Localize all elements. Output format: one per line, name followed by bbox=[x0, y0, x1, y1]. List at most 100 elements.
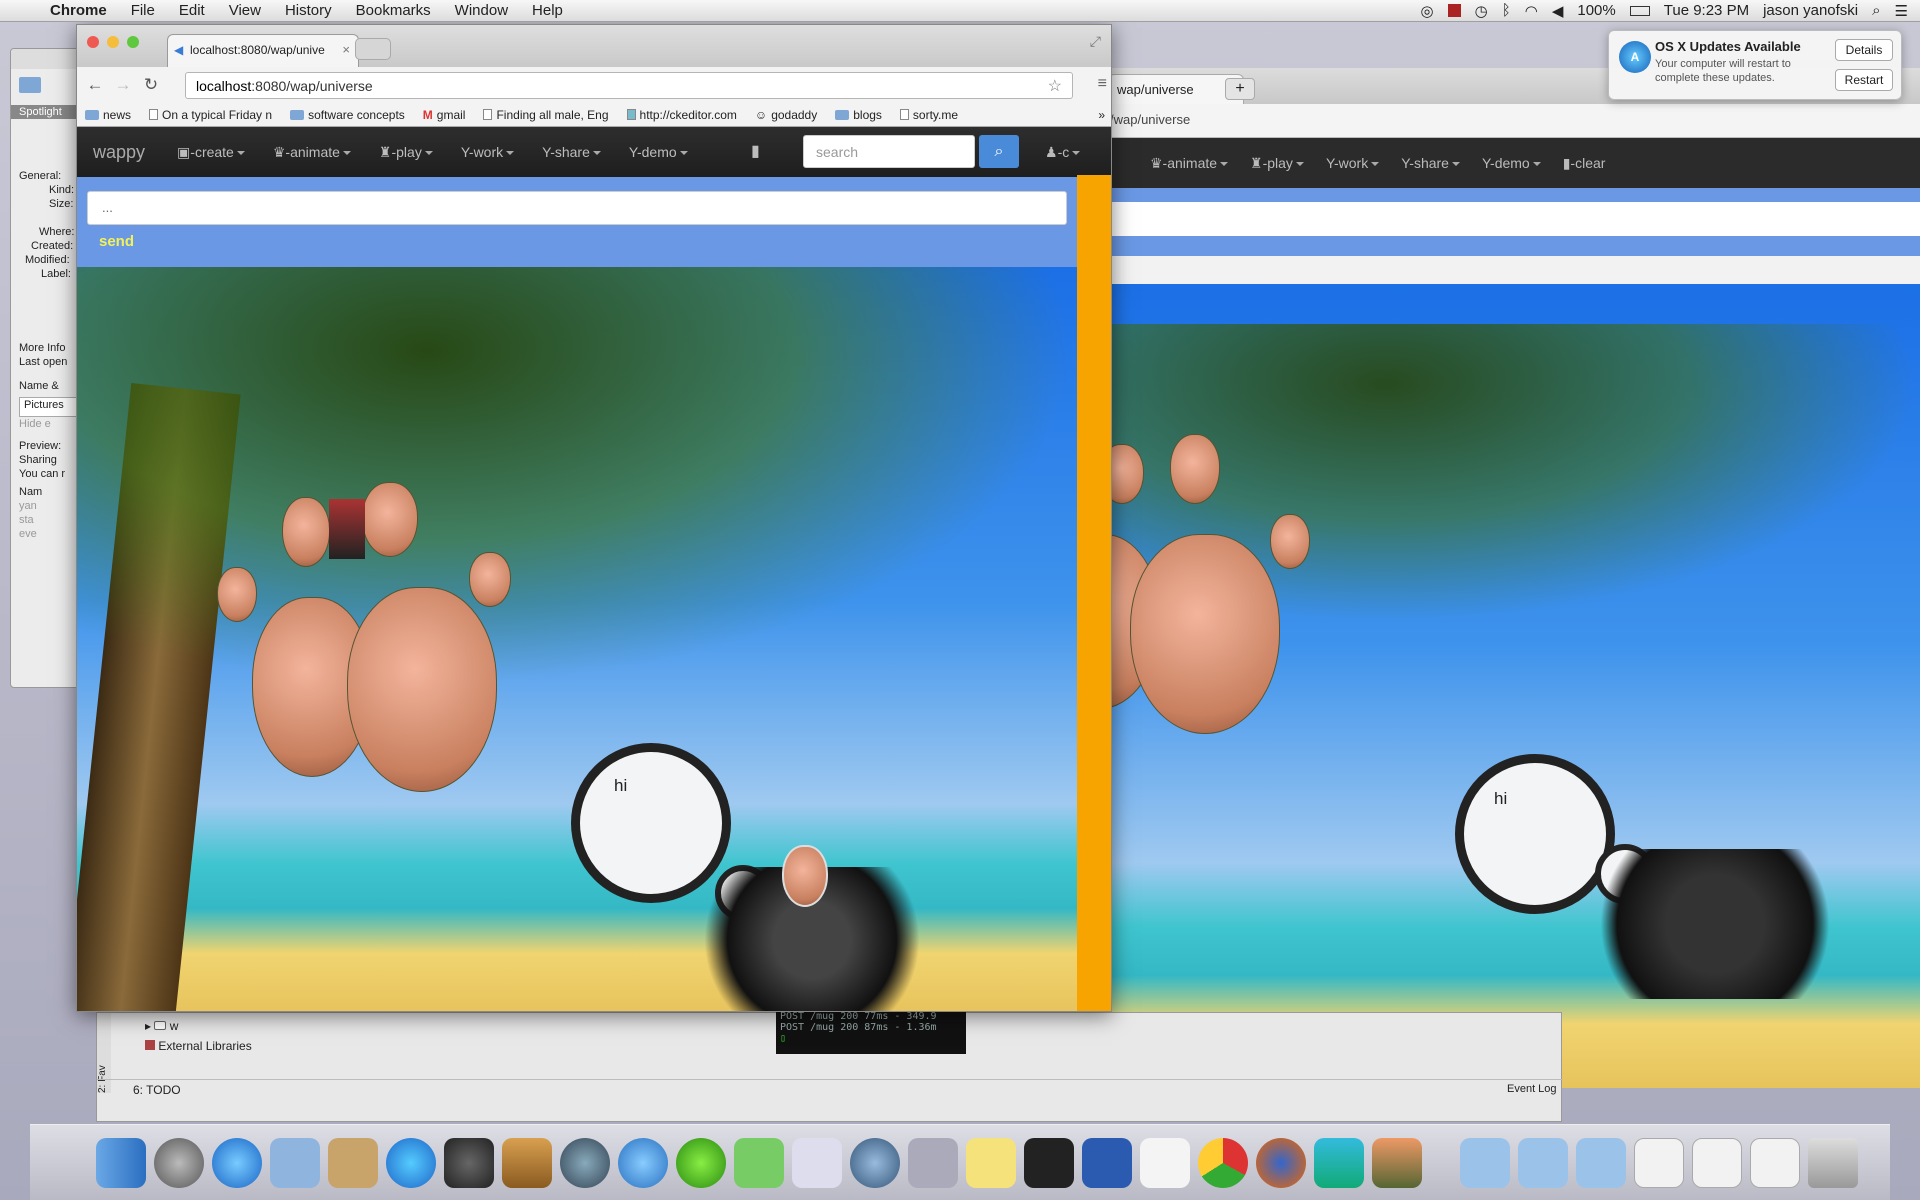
bookmarks-overflow-icon[interactable]: » bbox=[1098, 108, 1111, 122]
tab-localhost[interactable]: ◀ localhost:8080/wap/unive × bbox=[167, 34, 359, 67]
hp-printer-icon[interactable] bbox=[908, 1137, 958, 1188]
menu-help[interactable]: Help bbox=[520, 2, 575, 19]
bookmark-godaddy[interactable]: ☺ godaddy bbox=[755, 108, 817, 122]
ide-tree-item[interactable]: ▸ w bbox=[145, 1019, 178, 1033]
tab-close-icon[interactable]: × bbox=[342, 42, 350, 57]
launchpad-icon[interactable] bbox=[154, 1137, 204, 1188]
green-app-icon[interactable] bbox=[676, 1137, 726, 1188]
creative-cloud-icon[interactable]: ◎ bbox=[1421, 2, 1434, 20]
finder-icon[interactable] bbox=[96, 1137, 146, 1188]
trash-icon[interactable]: ▮ bbox=[751, 141, 760, 161]
user-menu[interactable]: ♟-c bbox=[1045, 144, 1081, 161]
nav-play[interactable]: ♜-play bbox=[365, 144, 447, 161]
new-tab-button[interactable] bbox=[355, 38, 391, 60]
face-small-1[interactable] bbox=[282, 497, 330, 567]
nav-share[interactable]: Y-share bbox=[528, 144, 615, 160]
document-stack-1-icon[interactable] bbox=[1634, 1137, 1684, 1188]
ide-event-log[interactable]: Event Log bbox=[1507, 1083, 1557, 1095]
menu-view[interactable]: View bbox=[217, 2, 273, 19]
back-nav-clear[interactable]: ▮-clear bbox=[1563, 155, 1606, 172]
search-input[interactable]: search bbox=[803, 135, 975, 168]
downloads-folder-icon[interactable] bbox=[1460, 1137, 1510, 1188]
face-small-3[interactable] bbox=[217, 567, 257, 622]
firefox-icon[interactable] bbox=[1256, 1137, 1306, 1188]
address-bar[interactable]: localhost:8080/wap/universe ☆ bbox=[185, 72, 1073, 99]
app-store-icon[interactable] bbox=[212, 1137, 262, 1188]
bookmark-typical-friday[interactable]: On a typical Friday n bbox=[149, 108, 272, 122]
chrome-menu-icon[interactable]: ≡ bbox=[1098, 75, 1107, 93]
restart-button[interactable]: Restart bbox=[1835, 69, 1893, 91]
spotlight-search-icon[interactable]: ⌕ bbox=[1872, 2, 1880, 19]
volume-icon[interactable]: ◀ bbox=[1552, 2, 1564, 20]
nav-demo[interactable]: Y-demo bbox=[615, 144, 702, 160]
terminal-icon[interactable] bbox=[1024, 1137, 1074, 1188]
ide-external-libraries[interactable]: External Libraries bbox=[145, 1039, 252, 1053]
menu-edit[interactable]: Edit bbox=[167, 2, 217, 19]
imovie-icon[interactable] bbox=[444, 1137, 494, 1188]
details-button[interactable]: Details bbox=[1835, 39, 1893, 61]
forward-arrow-icon[interactable]: → bbox=[109, 75, 137, 95]
bookmark-news[interactable]: news bbox=[85, 108, 131, 122]
battery-icon[interactable] bbox=[1629, 5, 1650, 16]
back-nav-work[interactable]: Y-work bbox=[1326, 155, 1380, 171]
webstorm-icon[interactable] bbox=[1314, 1137, 1364, 1188]
contacts-icon[interactable] bbox=[328, 1137, 378, 1188]
user-name[interactable]: jason yanofski bbox=[1763, 2, 1858, 19]
minimize-window-icon[interactable] bbox=[107, 36, 119, 48]
battery-percent[interactable]: 100% bbox=[1577, 2, 1615, 19]
bookmark-software-concepts[interactable]: software concepts bbox=[290, 108, 405, 122]
menu-file[interactable]: File bbox=[119, 2, 167, 19]
menu-history[interactable]: History bbox=[273, 2, 344, 19]
network-utility-icon[interactable] bbox=[850, 1137, 900, 1188]
status-app-icon[interactable] bbox=[1447, 4, 1461, 17]
nav-animate[interactable]: ♛-animate bbox=[259, 144, 365, 161]
bookmark-ckeditor[interactable]: http://ckeditor.com bbox=[626, 108, 737, 122]
document-stack-3-icon[interactable] bbox=[1750, 1137, 1800, 1188]
clock[interactable]: Tue 9:23 PM bbox=[1664, 2, 1749, 19]
back-new-tab-button[interactable]: + bbox=[1225, 78, 1255, 100]
iphoto-icon[interactable] bbox=[1372, 1137, 1422, 1188]
bookmark-blogs[interactable]: blogs bbox=[835, 108, 882, 122]
send-button[interactable]: send bbox=[99, 233, 134, 250]
terminal-cursor[interactable]: ▯ bbox=[780, 1033, 962, 1044]
bookmark-star-icon[interactable]: ☆ bbox=[1048, 76, 1062, 96]
back-nav-play[interactable]: ♜-play bbox=[1250, 155, 1304, 172]
bookmark-finding-all-male[interactable]: Finding all male, Eng bbox=[483, 108, 609, 122]
document-stack-2-icon[interactable] bbox=[1692, 1137, 1742, 1188]
messages-icon[interactable] bbox=[618, 1137, 668, 1188]
back-tab[interactable]: wap/universe bbox=[1108, 74, 1244, 104]
ide-todo-tab[interactable]: 6: TODO bbox=[97, 1079, 1563, 1099]
bluetooth-icon[interactable]: ᛒ bbox=[1502, 2, 1511, 19]
time-machine-icon[interactable]: ◷ bbox=[1475, 2, 1488, 20]
time-machine-icon[interactable] bbox=[560, 1137, 610, 1188]
back-nav-demo[interactable]: Y-demo bbox=[1482, 155, 1541, 171]
face-large-2[interactable] bbox=[347, 587, 497, 792]
applications-folder-icon[interactable] bbox=[1576, 1137, 1626, 1188]
face-small-2[interactable] bbox=[362, 482, 418, 557]
face-small-4[interactable] bbox=[469, 552, 511, 607]
back-nav-share[interactable]: Y-share bbox=[1401, 155, 1460, 171]
message-input[interactable]: ... bbox=[87, 191, 1067, 225]
network-icon[interactable] bbox=[734, 1137, 784, 1188]
preview-icon[interactable] bbox=[792, 1137, 842, 1188]
itunes-icon[interactable] bbox=[386, 1137, 436, 1188]
reload-icon[interactable]: ↻ bbox=[137, 75, 165, 95]
nav-create[interactable]: ▣-create bbox=[163, 144, 259, 161]
back-nav-animate[interactable]: ♛-animate bbox=[1150, 155, 1229, 172]
word-icon[interactable] bbox=[1082, 1137, 1132, 1188]
menu-app-chrome[interactable]: Chrome bbox=[38, 2, 119, 19]
scene-canvas[interactable]: hi bbox=[77, 267, 1077, 1011]
zoom-window-icon[interactable] bbox=[127, 36, 139, 48]
woman-face[interactable] bbox=[782, 845, 828, 907]
bookmark-sorty[interactable]: sorty.me bbox=[899, 108, 958, 122]
notification-center-icon[interactable]: ☰ bbox=[1895, 2, 1908, 20]
reminders-icon[interactable] bbox=[1140, 1137, 1190, 1188]
users-folder-icon[interactable] bbox=[1518, 1137, 1568, 1188]
chrome-icon[interactable] bbox=[1198, 1137, 1248, 1188]
trash-icon[interactable] bbox=[1808, 1137, 1858, 1188]
back-url[interactable]: /wap/universe bbox=[1030, 104, 1920, 138]
back-arrow-icon[interactable]: ← bbox=[81, 75, 109, 95]
brand-logo[interactable]: wappy bbox=[77, 142, 163, 163]
stickies-icon[interactable] bbox=[966, 1137, 1016, 1188]
bookmark-gmail[interactable]: Mgmail bbox=[423, 108, 466, 122]
